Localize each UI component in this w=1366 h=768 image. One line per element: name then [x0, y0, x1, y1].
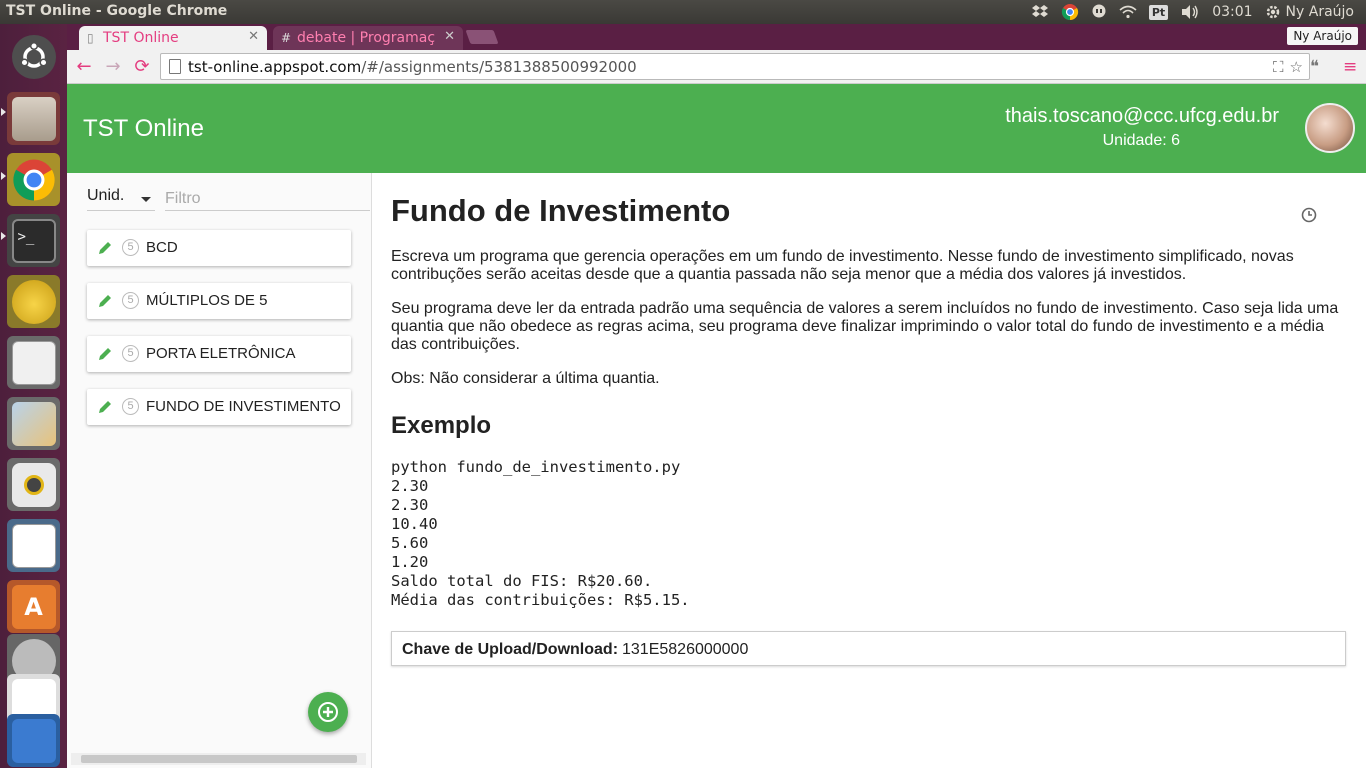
chevron-down-icon: [141, 197, 151, 202]
close-icon[interactable]: ✕: [444, 29, 455, 44]
running-indicator: [1, 108, 6, 116]
pencil-icon: [99, 348, 111, 360]
assignment-title: BCD: [146, 239, 178, 256]
assignment-card[interactable]: 5 MÚLTIPLOS DE 5: [87, 283, 351, 319]
star-icon[interactable]: ☆: [1290, 58, 1303, 76]
tab-tst-online[interactable]: ▯ TST Online ✕: [79, 26, 267, 50]
assignment-card[interactable]: 5 FUNDO DE INVESTIMENTO: [87, 389, 351, 425]
app-brand[interactable]: TST Online: [83, 115, 204, 143]
description-paragraph: Obs: Não considerar a última quantia.: [391, 370, 660, 387]
omnibox-actions: ⛶ ☆: [1273, 58, 1303, 76]
launcher-files-icon[interactable]: [7, 92, 60, 145]
unit-number-badge: 5: [122, 398, 139, 415]
tab-label: debate | Programaç: [297, 30, 436, 46]
assignment-card[interactable]: 5 BCD: [87, 230, 351, 266]
session-user-name: Ny Araújo: [1285, 4, 1354, 20]
forward-arrow-icon[interactable]: →: [103, 57, 123, 77]
launcher-dash-button[interactable]: [7, 30, 60, 83]
hash-icon: #: [281, 31, 292, 45]
volume-icon[interactable]: [1180, 4, 1200, 20]
plus-icon: [318, 702, 338, 722]
launcher-software-center-icon[interactable]: A: [7, 580, 60, 633]
upload-key-value[interactable]: 131E5826000000: [622, 641, 748, 659]
horizontal-scrollbar[interactable]: [71, 753, 366, 765]
user-unit: Unidade: 6: [1102, 132, 1180, 149]
url-host: tst-online.appspot.com: [188, 58, 362, 76]
tst-online-app: TST Online thais.toscano@ccc.ufcg.edu.br…: [67, 84, 1366, 768]
dropbox-icon[interactable]: [1031, 4, 1049, 20]
description-paragraph: Seu programa deve ler da entrada padrão …: [391, 300, 1339, 353]
ubuntu-logo-icon: [19, 41, 48, 68]
unit-number-badge: 5: [122, 239, 139, 256]
messaging-icon[interactable]: [1091, 4, 1107, 20]
url-path: /#/assignments/5381388500992000: [361, 58, 637, 76]
filter-input[interactable]: [165, 187, 370, 211]
wifi-icon[interactable]: [1119, 5, 1137, 19]
system-top-panel: TST Online - Google Chrome Pt 03:01 Ny A…: [0, 0, 1366, 24]
launcher-libreoffice-impress-icon[interactable]: [7, 519, 60, 572]
tab-strip: ▯ TST Online ✕ # debate | Programaç ✕ Ny…: [67, 24, 1366, 50]
example-code-block: python fundo_de_investimento.py 2.30 2.3…: [391, 458, 690, 609]
assignment-title: FUNDO DE INVESTIMENTO: [146, 398, 341, 415]
browser-window: ▯ TST Online ✕ # debate | Programaç ✕ Ny…: [67, 24, 1366, 768]
window-title: TST Online - Google Chrome: [6, 3, 228, 19]
launcher-speaker-icon[interactable]: [7, 458, 60, 511]
keyboard-layout-indicator[interactable]: Pt: [1148, 4, 1169, 20]
browser-toolbar: ← → ⟳ tst-online.appspot.com/#/assignmen…: [67, 50, 1366, 84]
launcher-genie-icon[interactable]: [7, 275, 60, 328]
unit-select[interactable]: Unid.: [87, 187, 155, 211]
assignment-detail: Fundo de Investimento Escreva um program…: [373, 173, 1366, 768]
gear-icon: [1266, 5, 1279, 19]
app-header: TST Online thais.toscano@ccc.ufcg.edu.br…: [67, 84, 1366, 173]
upload-key-label: Chave de Upload/Download:: [402, 641, 619, 658]
user-email: thais.toscano@ccc.ufcg.edu.br: [1005, 105, 1279, 127]
pencil-icon: [99, 242, 111, 254]
chrome-tray-icon[interactable]: [1061, 3, 1079, 21]
url-text[interactable]: tst-online.appspot.com/#/assignments/538…: [188, 58, 637, 76]
unit-number-badge: 5: [122, 345, 139, 362]
avatar[interactable]: [1305, 103, 1355, 153]
close-icon[interactable]: ✕: [248, 29, 259, 44]
tab-label: TST Online: [103, 30, 179, 46]
pencil-icon: [99, 295, 111, 307]
page-icon: ▯: [87, 31, 94, 45]
assignment-heading: Fundo de Investimento: [391, 193, 731, 228]
page-icon: [169, 59, 181, 74]
launcher-chrome-icon[interactable]: [7, 153, 60, 206]
launcher-terminal-icon[interactable]: >_: [7, 214, 60, 267]
tab-debate[interactable]: # debate | Programaç ✕: [273, 26, 463, 50]
assignment-sidebar: Unid. 5 BCD 5 MÚLTIPLOS DE 5 5 PORTA ELE…: [67, 173, 372, 768]
running-indicator: [1, 172, 6, 180]
unit-number-badge: 5: [122, 292, 139, 309]
running-indicator: [1, 232, 6, 240]
assignment-card[interactable]: 5 PORTA ELETRÔNICA: [87, 336, 351, 372]
back-arrow-icon[interactable]: ←: [74, 57, 94, 77]
pencil-icon: [99, 401, 111, 413]
system-tray: Pt 03:01 Ny Araújo: [1031, 0, 1366, 24]
upload-key-box: Chave de Upload/Download: 131E5826000000: [391, 631, 1346, 666]
address-bar[interactable]: tst-online.appspot.com/#/assignments/538…: [160, 53, 1310, 80]
unit-select-value: Unid.: [87, 187, 125, 204]
session-menu[interactable]: Ny Araújo: [1265, 4, 1354, 20]
launcher-image-viewer-icon[interactable]: [7, 397, 60, 450]
example-heading: Exemplo: [391, 412, 492, 439]
launcher: >_ A: [0, 24, 67, 768]
assignment-title: MÚLTIPLOS DE 5: [146, 292, 268, 309]
launcher-workspace-switcher-icon[interactable]: [7, 714, 60, 767]
scrollbar-thumb[interactable]: [81, 755, 357, 763]
reload-icon[interactable]: ⟳: [132, 57, 152, 77]
profile-button[interactable]: Ny Araújo: [1287, 27, 1358, 45]
assignment-title: PORTA ELETRÔNICA: [146, 345, 296, 362]
extension-icon[interactable]: ❝: [1310, 57, 1319, 77]
launcher-text-editor-icon[interactable]: [7, 336, 60, 389]
menu-icon[interactable]: ≡: [1343, 57, 1357, 77]
history-icon[interactable]: [1301, 207, 1317, 223]
translate-icon[interactable]: ⛶: [1273, 58, 1284, 76]
description-paragraph: Escreva um programa que gerencia operaçõ…: [391, 248, 1294, 283]
new-tab-button[interactable]: [465, 30, 499, 44]
clock[interactable]: 03:01: [1212, 4, 1252, 20]
add-assignment-button[interactable]: [308, 692, 348, 732]
